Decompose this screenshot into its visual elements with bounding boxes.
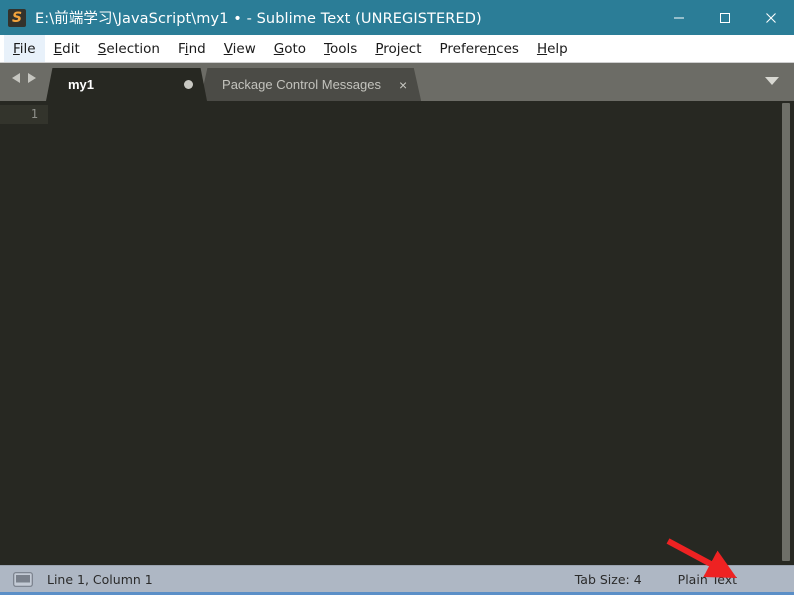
editor-area[interactable]: 1 bbox=[0, 101, 794, 565]
chevron-down-icon[interactable] bbox=[758, 71, 786, 91]
close-icon[interactable] bbox=[748, 0, 794, 35]
menu-item-tools[interactable]: Tools bbox=[315, 35, 366, 62]
menu-item-view[interactable]: View bbox=[215, 35, 265, 62]
tab-my1-modified-indicator[interactable] bbox=[184, 80, 194, 89]
menu-bar: File Edit Selection Find View Goto Tools… bbox=[0, 35, 794, 63]
tab-navigation bbox=[0, 71, 46, 101]
arrow-left-icon[interactable] bbox=[11, 71, 22, 89]
tab-size-label[interactable]: Tab Size: 4 bbox=[575, 572, 642, 587]
arrow-right-icon[interactable] bbox=[26, 71, 37, 89]
window-title: E:\前端学习\JavaScript\my1 • - Sublime Text … bbox=[35, 11, 482, 27]
menu-item-file[interactable]: File bbox=[4, 35, 45, 62]
tab-my1-label: my1 bbox=[68, 77, 95, 92]
tab-list: my1 Package Control Messages × bbox=[46, 63, 794, 101]
sublime-text-icon: S bbox=[8, 8, 26, 27]
menu-item-find[interactable]: Find bbox=[169, 35, 215, 62]
menu-file-mnemonic: F bbox=[13, 40, 20, 57]
status-bar-right: Tab Size: 4 Plain Text bbox=[575, 566, 794, 593]
scrollbar-thumb[interactable] bbox=[782, 103, 790, 561]
menu-item-edit[interactable]: Edit bbox=[45, 35, 89, 62]
tab-bar: my1 Package Control Messages × bbox=[0, 63, 794, 101]
line-number: 1 bbox=[0, 105, 48, 124]
maximize-icon[interactable] bbox=[702, 0, 748, 35]
menu-item-goto[interactable]: Goto bbox=[265, 35, 315, 62]
tab-my1[interactable]: my1 bbox=[46, 68, 208, 101]
window-controls bbox=[656, 0, 794, 35]
app-icon-glyph: S bbox=[11, 9, 23, 26]
tab-package-control-messages[interactable]: Package Control Messages × bbox=[200, 68, 422, 101]
menu-item-preferences[interactable]: Preferences bbox=[431, 35, 528, 62]
sublime-text-window: S E:\前端学习\JavaScript\my1 • - Sublime Tex… bbox=[0, 0, 794, 595]
cursor-position[interactable]: Line 1, Column 1 bbox=[47, 572, 153, 587]
menu-file-rest: ile bbox=[19, 40, 36, 57]
menu-item-help[interactable]: Help bbox=[528, 35, 577, 62]
vertical-scrollbar[interactable] bbox=[778, 101, 794, 565]
code-content[interactable] bbox=[48, 101, 794, 565]
status-bar: Line 1, Column 1 Tab Size: 4 Plain Text bbox=[0, 565, 794, 595]
line-number-gutter: 1 bbox=[0, 101, 48, 565]
tab-package-control-messages-label: Package Control Messages bbox=[222, 77, 382, 92]
syntax-label[interactable]: Plain Text bbox=[678, 572, 737, 587]
title-bar: S E:\前端学习\JavaScript\my1 • - Sublime Tex… bbox=[0, 0, 794, 35]
minimize-icon[interactable] bbox=[656, 0, 702, 35]
tab-close-icon[interactable]: × bbox=[399, 78, 407, 92]
menu-item-selection[interactable]: Selection bbox=[89, 35, 169, 62]
sidebar-toggle-icon[interactable] bbox=[13, 571, 33, 587]
menu-item-project[interactable]: Project bbox=[366, 35, 430, 62]
